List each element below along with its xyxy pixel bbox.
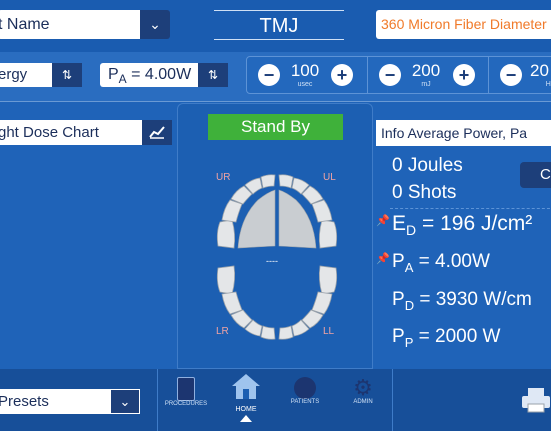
page-title: TMJ: [214, 10, 344, 40]
pa-value: = 4.00W: [131, 66, 192, 83]
ed-label: E: [392, 212, 407, 235]
nav-procedures-label: PROCEDURES: [164, 401, 208, 407]
nav-home[interactable]: HOME: [220, 371, 272, 422]
patient-name-select[interactable]: t Name: [0, 10, 140, 39]
ed-value: = 196 J/cm²: [421, 212, 533, 235]
lower-arch-teeth[interactable]: [214, 262, 340, 340]
pulse-unit: usec: [297, 81, 313, 88]
clipboard-icon: [177, 377, 195, 401]
active-indicator: [240, 415, 252, 422]
pulse-value: 100: [290, 61, 320, 80]
pulse-minus-button[interactable]: −: [258, 64, 280, 86]
status-badge: Stand By: [208, 114, 343, 140]
fiber-select[interactable]: 360 Micron Fiber Diameter: [376, 10, 551, 39]
pp-label: P: [392, 326, 405, 347]
divider: [390, 208, 551, 209]
energy-minus-button[interactable]: −: [379, 64, 401, 86]
divider: [0, 101, 551, 102]
clear-button[interactable]: C: [520, 162, 551, 188]
rate-minus-button[interactable]: −: [500, 64, 522, 86]
home-icon: [232, 374, 260, 399]
divider: [488, 56, 489, 94]
peak-power-readout: PP = 2000 W: [392, 326, 501, 350]
people-icon: [294, 377, 316, 399]
divider: [367, 56, 368, 94]
info-select[interactable]: Info Average Power, Pa: [376, 120, 551, 146]
pd-label: P: [392, 289, 405, 310]
pa-readout-sub: A: [404, 259, 414, 275]
energy-plus-button[interactable]: +: [453, 64, 475, 86]
ed-sub: D: [406, 222, 417, 239]
nav-home-label: HOME: [235, 406, 257, 413]
chart-icon[interactable]: [142, 120, 172, 145]
nav-procedures[interactable]: PROCEDURES: [160, 377, 212, 407]
pa-label: P: [108, 66, 119, 83]
pin-icon[interactable]: 📌: [376, 214, 390, 227]
rate-unit: Hz: [545, 81, 551, 88]
presets-chevron-icon[interactable]: ⌄: [110, 389, 140, 414]
shots-count: 0 Shots: [392, 182, 457, 203]
pa-readout-value: = 4.00W: [418, 251, 490, 272]
energy-unit: mJ: [421, 81, 431, 88]
nav-patients-label: PATIENTS: [290, 399, 320, 405]
nav-admin[interactable]: ⚙ ADMIN: [337, 375, 389, 406]
pulse-plus-button[interactable]: +: [331, 64, 353, 86]
gear-icon: ⚙: [353, 375, 373, 400]
rate-value: 20: [530, 61, 549, 80]
pin-icon[interactable]: 📌: [376, 252, 390, 265]
power-density-readout: PD = 3930 W/cm: [392, 289, 532, 313]
power-adjust-icon[interactable]: ⇅: [198, 63, 228, 87]
energy-value: 200: [411, 61, 441, 80]
mode-adjust-icon[interactable]: ⇅: [52, 63, 82, 87]
average-power-field[interactable]: PA = 4.00W: [100, 63, 198, 87]
pa-sub: A: [118, 72, 127, 87]
nav-patients[interactable]: PATIENTS: [279, 377, 331, 405]
mode-select[interactable]: ergy: [0, 63, 52, 87]
patient-dropdown-chevron-icon[interactable]: ⌄: [140, 10, 170, 39]
dose-chart-select[interactable]: ght Dose Chart: [0, 120, 142, 145]
energy-density-readout: ED = 196 J/cm²: [392, 212, 532, 238]
upper-arch-teeth[interactable]: [214, 174, 340, 252]
nav-admin-label: ADMIN: [353, 399, 373, 405]
pp-value: = 2000 W: [418, 326, 501, 347]
presets-select[interactable]: Presets: [0, 389, 110, 414]
pp-sub: P: [404, 334, 414, 350]
pd-value: = 3930 W/cm: [419, 289, 532, 310]
pd-sub: D: [404, 297, 415, 313]
pa-readout-label: P: [392, 251, 405, 272]
joules-count: 0 Joules: [392, 155, 463, 176]
average-power-readout: PA = 4.00W: [392, 251, 490, 275]
patient-name-label: t Name: [0, 16, 50, 33]
printer-icon[interactable]: [520, 386, 551, 419]
